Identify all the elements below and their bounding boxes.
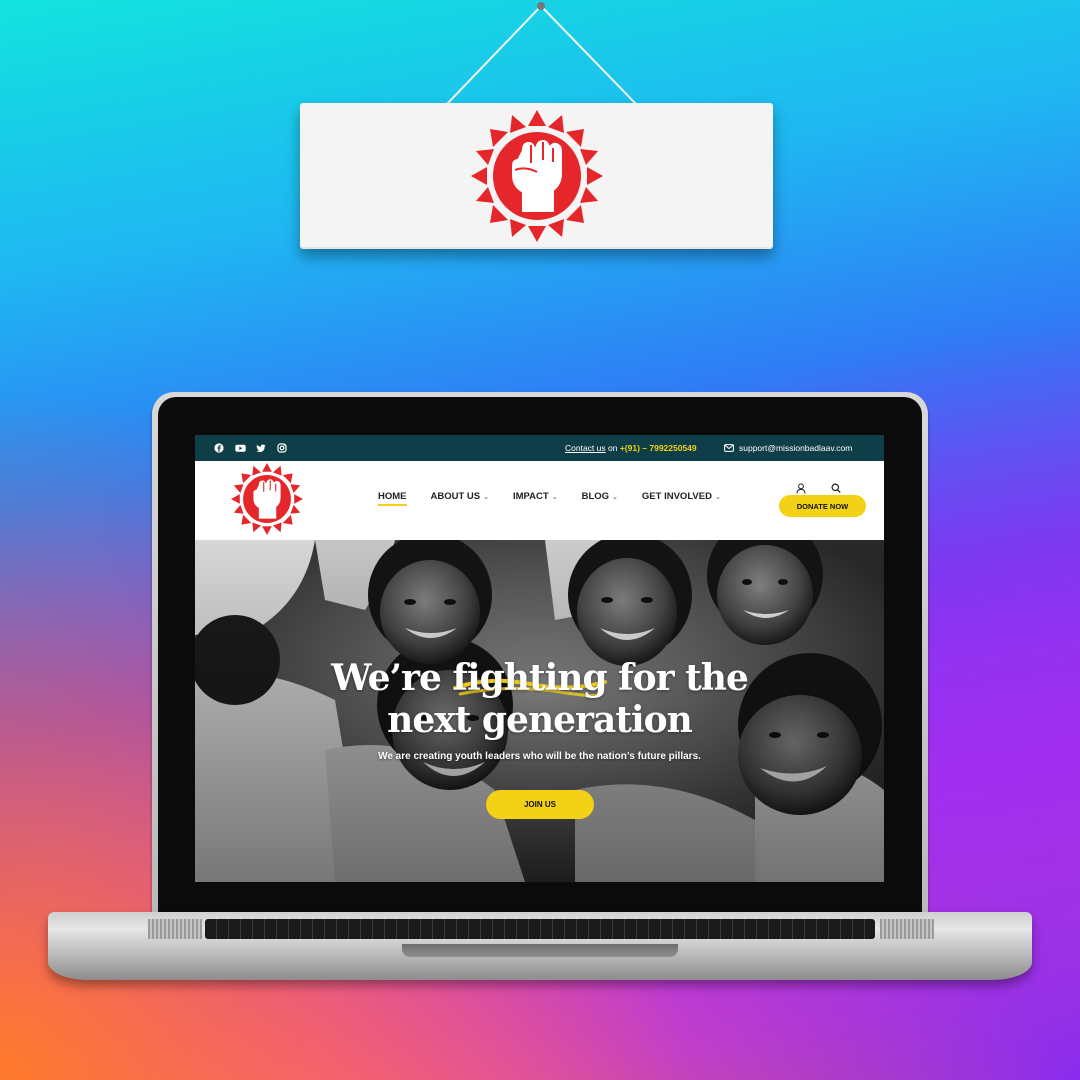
speaker-grille-right (880, 919, 934, 939)
contact-on-text: on (605, 443, 620, 453)
laptop-opening-notch (402, 944, 678, 957)
hero-section: We’re fighting for the next generation W… (195, 540, 884, 882)
nav-item-about-us[interactable]: ABOUT US ⌄ (431, 491, 490, 502)
nav-item-blog[interactable]: BLOG ⌄ (582, 491, 618, 502)
instagram-icon[interactable] (277, 443, 287, 453)
hanging-logo-sign (300, 103, 773, 249)
join-us-button[interactable]: JOIN US (486, 790, 594, 819)
facebook-icon[interactable] (214, 443, 224, 453)
hero-subtitle: We are creating youth leaders who will b… (378, 751, 701, 762)
nav-item-label: ABOUT US (430, 491, 481, 502)
laptop-keyboard (205, 919, 875, 939)
social-links (214, 443, 287, 453)
raised-fist-sun-icon (470, 110, 603, 242)
envelope-icon (724, 444, 734, 452)
youtube-icon[interactable] (235, 443, 246, 453)
twitter-icon[interactable] (256, 443, 266, 453)
nav-menu: HOME ABOUT US ⌄ IMPACT ⌄ BLOG ⌄ GET INVO… (378, 491, 745, 506)
raised-fist-sun-icon (231, 463, 303, 535)
nav-item-label: BLOG (581, 491, 610, 502)
main-navbar: HOME ABOUT US ⌄ IMPACT ⌄ BLOG ⌄ GET INVO… (195, 461, 884, 540)
nav-item-label: HOME (378, 491, 407, 502)
phone-number[interactable]: +(91) – 7992250549 (620, 443, 697, 453)
hero-title-line2: next generation (387, 699, 693, 741)
chevron-down-icon: ⌄ (714, 493, 721, 501)
nav-item-home[interactable]: HOME (378, 491, 407, 506)
email-address: support@missionbadlaav.com (739, 443, 853, 453)
top-info-bar: Contact us on +(91) – 7992250549 support… (195, 435, 884, 461)
chevron-down-icon: ⌄ (612, 493, 618, 501)
hero-title-line1: We’re fighting for the (331, 657, 749, 699)
contact-us-link[interactable]: Contact us (565, 443, 606, 453)
nav-item-get-involved[interactable]: GET INVOLVED ⌄ (642, 491, 721, 502)
nav-item-label: IMPACT (513, 491, 549, 502)
site-logo[interactable] (230, 462, 304, 536)
website-screen: Contact us on +(91) – 7992250549 support… (195, 435, 884, 882)
chevron-down-icon: ⌄ (483, 493, 489, 501)
donate-now-button[interactable]: DONATE NOW (779, 495, 866, 517)
nav-item-impact[interactable]: IMPACT ⌄ (513, 491, 558, 502)
email-contact[interactable]: support@missionbadlaav.com (724, 443, 852, 453)
chevron-down-icon: ⌄ (551, 493, 558, 501)
sign-hanging-string (446, 2, 637, 105)
contact-info: Contact us on +(91) – 7992250549 (565, 443, 697, 453)
nav-item-label: GET INVOLVED (641, 491, 712, 502)
speaker-grille-left (148, 919, 202, 939)
